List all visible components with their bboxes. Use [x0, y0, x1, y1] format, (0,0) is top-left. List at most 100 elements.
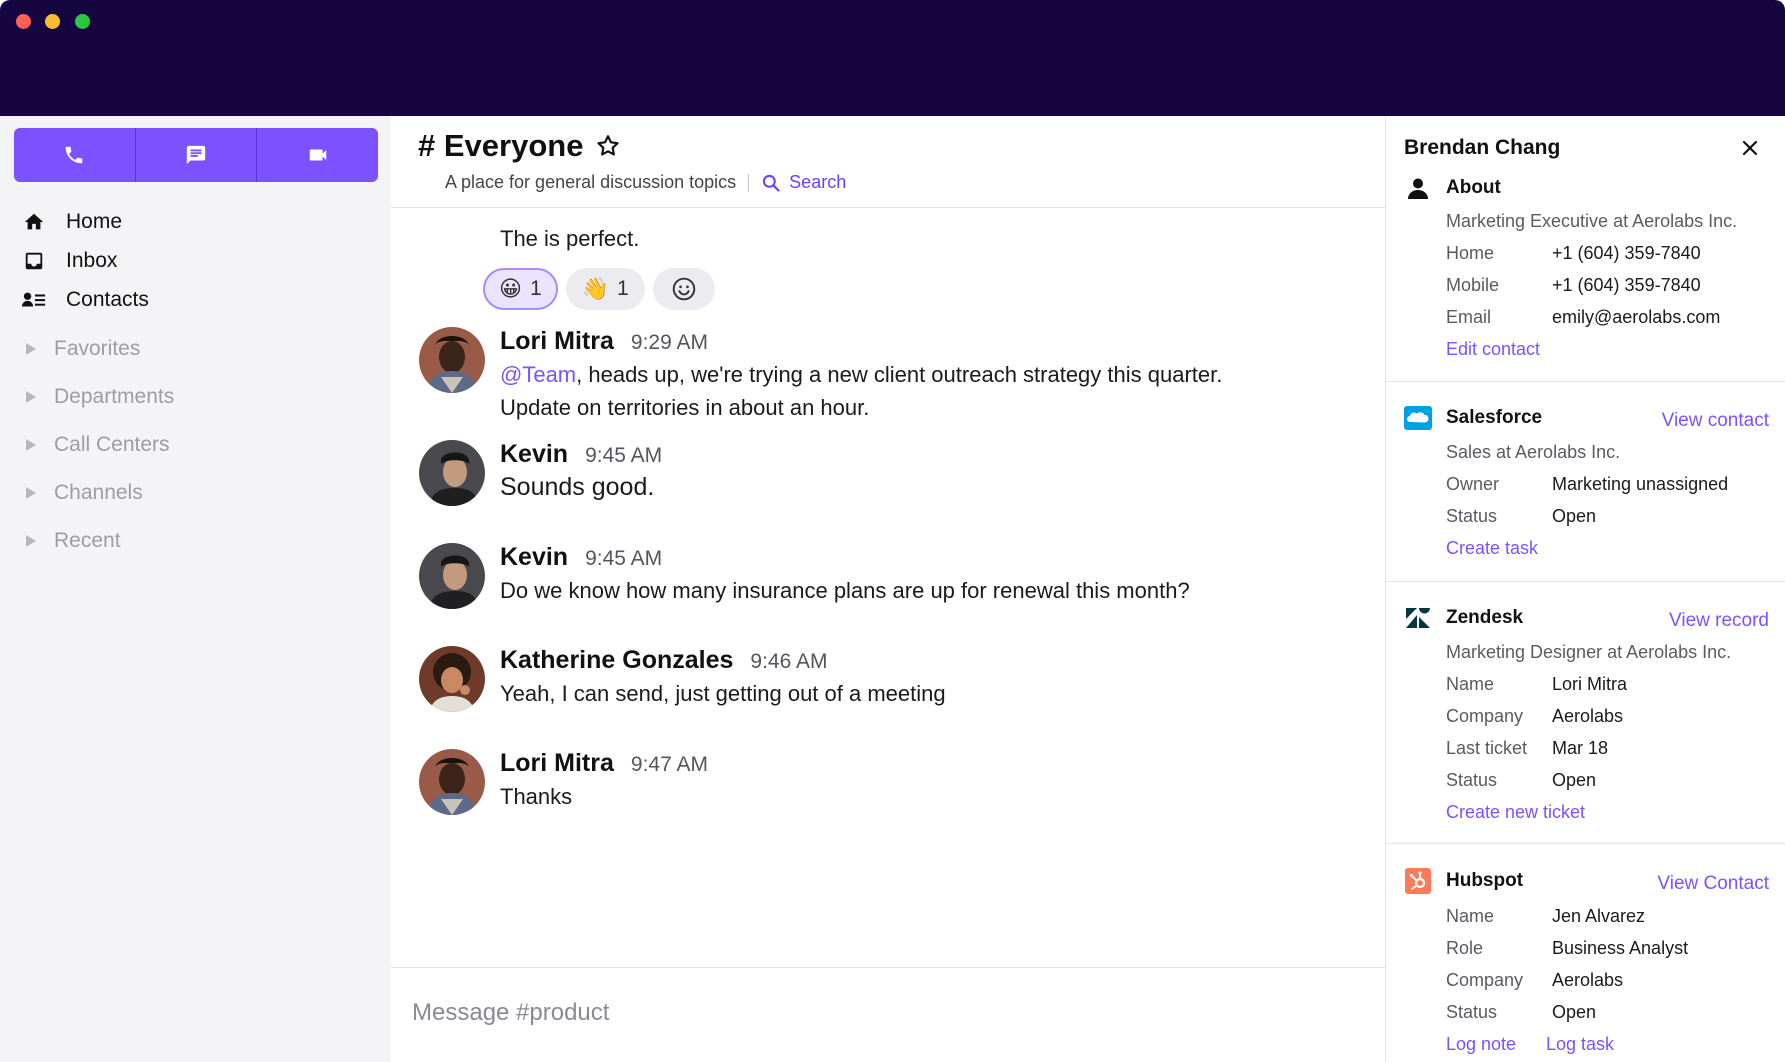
window-close-button[interactable]	[16, 14, 31, 29]
field-label: Company	[1446, 970, 1524, 990]
reaction-wave[interactable]: 👋 1	[565, 268, 645, 310]
sender-name[interactable]: Lori Mitra	[500, 327, 614, 356]
reaction-grinning[interactable]: 😀 1	[483, 268, 558, 310]
field-value: +1 (604) 359-7840	[1552, 275, 1701, 295]
message-icon	[186, 145, 206, 165]
view-record-link[interactable]: View record	[1669, 610, 1769, 632]
star-icon[interactable]	[595, 133, 621, 159]
field-value: Marketing unassigned	[1552, 474, 1729, 494]
field-label: Mobile	[1446, 275, 1500, 295]
search-icon	[763, 174, 780, 192]
message-body: Kevin 9:45 AM Do we know how many insura…	[500, 543, 1190, 609]
sender-name[interactable]: Kevin	[500, 543, 568, 572]
zendesk-icon	[1404, 604, 1432, 632]
section-departments[interactable]: Departments	[26, 373, 174, 421]
contacts-icon	[22, 288, 46, 312]
message-body: Kevin 9:45 AM Sounds good.	[500, 440, 662, 506]
message: Lori Mitra 9:29 AM @Team, heads up, we'r…	[419, 327, 1222, 424]
log-task-link[interactable]: Log task	[1546, 1034, 1614, 1055]
video-icon	[309, 149, 326, 161]
message-text: Do we know how many insurance plans are …	[500, 578, 1190, 603]
field-label: Role	[1446, 938, 1484, 958]
message-text-part: , heads up, we're trying a new client ou…	[576, 362, 1223, 387]
message-input[interactable]	[412, 988, 1362, 1038]
section-recent[interactable]: Recent	[26, 517, 174, 565]
field-row: Status Open	[1446, 506, 1596, 527]
avatar[interactable]	[419, 543, 485, 609]
salesforce-section-header: Salesforce	[1404, 404, 1542, 432]
contact-panel: Brendan Chang About Marketing Executive …	[1385, 116, 1785, 1062]
sender-name[interactable]: Kevin	[500, 440, 568, 469]
field-value: Open	[1552, 506, 1597, 526]
avatar[interactable]	[419, 749, 485, 815]
field-label: Name	[1446, 906, 1495, 926]
hubspot-section-header: Hubspot	[1404, 867, 1523, 895]
nav-item-contacts[interactable]: Contacts	[22, 280, 149, 319]
section-label: Call Centers	[54, 433, 170, 456]
section-call-centers[interactable]: Call Centers	[26, 421, 174, 469]
message-body: Lori Mitra 9:29 AM @Team, heads up, we'r…	[500, 327, 1222, 424]
field-label: Last ticket	[1446, 738, 1528, 758]
field-label: Company	[1446, 706, 1524, 726]
view-contact-link[interactable]: View Contact	[1657, 873, 1769, 895]
field-row: Company Aerolabs	[1446, 706, 1623, 727]
nav-item-home[interactable]: Home	[22, 202, 149, 241]
nav-label: Home	[66, 209, 123, 233]
expand-triangle-icon	[26, 439, 36, 451]
avatar[interactable]	[419, 440, 485, 506]
section-label: Favorites	[54, 337, 141, 360]
create-ticket-link[interactable]: Create new ticket	[1446, 802, 1585, 823]
edit-contact-link[interactable]: Edit contact	[1446, 339, 1540, 360]
channel-subtitle: A place for general discussion topics Se…	[445, 172, 846, 193]
window-zoom-button[interactable]	[75, 14, 90, 29]
expand-triangle-icon	[26, 391, 36, 403]
field-value: Business Analyst	[1552, 938, 1689, 958]
new-message-button[interactable]	[136, 128, 258, 182]
section-label: Departments	[54, 385, 175, 408]
field-label: Status	[1446, 770, 1498, 790]
log-note-link[interactable]: Log note	[1446, 1034, 1516, 1055]
create-task-link[interactable]: Create task	[1446, 538, 1538, 559]
nav-item-inbox[interactable]: Inbox	[22, 241, 149, 280]
section-favorites[interactable]: Favorites	[26, 325, 174, 373]
section-channels[interactable]: Channels	[26, 469, 174, 517]
field-label: Status	[1446, 1002, 1498, 1022]
channel-description: A place for general discussion topics	[445, 172, 737, 192]
field-label: Status	[1446, 506, 1498, 526]
sender-name[interactable]: Katherine Gonzales	[500, 646, 733, 675]
message-text: Yeah, I can send, just getting out of a …	[500, 681, 946, 706]
view-contact-link[interactable]: View contact	[1662, 410, 1769, 432]
field-value: Open	[1552, 770, 1597, 790]
person-icon	[1404, 174, 1432, 202]
zendesk-subtitle: Marketing Designer at Aerolabs Inc.	[1446, 642, 1732, 662]
nav-label: Contacts	[66, 287, 149, 311]
main-nav: Home Inbox Contacts	[22, 202, 149, 319]
phone-call-button[interactable]	[14, 128, 136, 182]
close-panel-button[interactable]	[1738, 136, 1762, 160]
section-heading: Zendesk	[1446, 607, 1524, 628]
field-row: Name Lori Mitra	[1446, 674, 1627, 695]
message-time: 9:29 AM	[630, 331, 708, 354]
sender-name[interactable]: Lori Mitra	[500, 749, 614, 778]
hubspot-icon	[1404, 867, 1432, 895]
field-value: Jen Alvarez	[1552, 906, 1646, 926]
avatar[interactable]	[419, 327, 485, 393]
mention-link[interactable]: @Team	[500, 362, 576, 387]
channel-search-button[interactable]: Search	[761, 172, 846, 193]
panel-title: Brendan Chang	[1404, 136, 1561, 159]
avatar[interactable]	[419, 646, 485, 712]
expand-triangle-icon	[26, 487, 36, 499]
video-call-button[interactable]	[257, 128, 378, 182]
message-text-part: Update on territories in about an hour.	[500, 395, 870, 420]
field-row: Owner Marketing unassigned	[1446, 474, 1728, 495]
message-composer	[391, 967, 1385, 1062]
add-reaction-button[interactable]	[652, 268, 715, 310]
divider	[1386, 381, 1785, 382]
message-text: Thanks	[500, 784, 573, 809]
channel-view: # Everyone A place for general discussio…	[391, 116, 1385, 1062]
message-time: 9:47 AM	[630, 753, 708, 776]
close-icon	[1742, 140, 1758, 156]
salesforce-icon	[1404, 404, 1432, 432]
field-row: Last ticket Mar 18	[1446, 738, 1608, 759]
window-minimize-button[interactable]	[45, 14, 60, 29]
